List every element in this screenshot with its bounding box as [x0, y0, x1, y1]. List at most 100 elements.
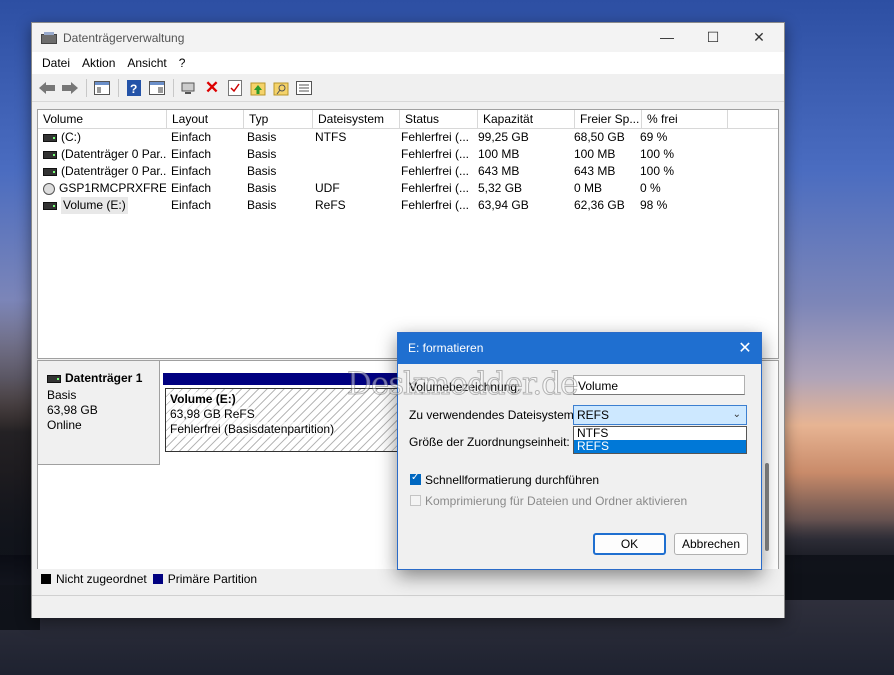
- checklist-icon[interactable]: [224, 77, 246, 99]
- compression-label[interactable]: Komprimierung für Dateien und Ordner akt…: [425, 494, 687, 508]
- ok-button[interactable]: OK: [593, 533, 666, 555]
- watermark: Deskmodder.de: [346, 366, 578, 403]
- dialog-close-button[interactable]: ✕: [729, 333, 761, 364]
- search-folder-icon[interactable]: [270, 77, 292, 99]
- help-icon[interactable]: ?: [123, 77, 145, 99]
- partition-status: Fehlerfrei (Basisdatenpartition): [170, 422, 335, 437]
- minimize-button[interactable]: —: [644, 23, 690, 52]
- disk-icon: [43, 133, 57, 142]
- partition-size: 63,98 GB ReFS: [170, 407, 255, 422]
- label-allocation-size: Größe der Zuordnungseinheit:: [409, 435, 570, 449]
- menu-ansicht[interactable]: Ansicht: [121, 56, 172, 70]
- legend: Nicht zugeordnet Primäre Partition: [37, 569, 781, 589]
- volume-name: (C:): [61, 130, 81, 144]
- cell-dateisystem: [310, 163, 396, 180]
- scrollbar[interactable]: [765, 463, 769, 551]
- cell-typ: Basis: [247, 164, 277, 178]
- status-bar: [32, 595, 784, 618]
- cell-typ: Basis: [247, 130, 277, 144]
- disk-management-icon: [41, 31, 57, 44]
- cell-status: Fehlerfrei (...: [401, 164, 470, 178]
- cell-dateisystem: UDF: [315, 181, 340, 195]
- disk-icon: [43, 167, 57, 176]
- cell-freier-speicher: 62,36 GB: [574, 198, 625, 212]
- compression-checkbox[interactable]: [410, 495, 421, 506]
- dialog-title-bar[interactable]: E: formatieren ✕: [398, 333, 761, 364]
- cell-layout: Einfach: [171, 181, 212, 195]
- cell-prozent-frei: 100 %: [640, 147, 675, 161]
- menu-help[interactable]: ?: [173, 56, 192, 70]
- partition-name: Volume (E:): [170, 392, 236, 407]
- quick-format-checkbox[interactable]: [410, 472, 421, 485]
- cell-typ: Basis: [247, 181, 277, 195]
- column-freier-speicher[interactable]: Freier Sp...: [575, 110, 642, 128]
- column-typ[interactable]: Typ: [244, 110, 313, 128]
- filesystem-selected: REFS: [577, 408, 610, 422]
- cell-freier-speicher: 68,50 GB: [574, 130, 625, 144]
- volume-list-header: Volume Layout Typ Dateisystem Status Kap…: [38, 110, 778, 129]
- delete-icon[interactable]: ✕: [201, 77, 223, 99]
- cell-freier-speicher: 100 MB: [574, 147, 616, 161]
- cell-freier-speicher: 0 MB: [574, 181, 603, 195]
- toolbar-separator: [118, 78, 119, 97]
- disk-label[interactable]: Datenträger 1 Basis 63,98 GB Online: [38, 361, 160, 465]
- forward-arrow-icon[interactable]: [59, 77, 81, 99]
- cancel-button[interactable]: Abbrechen: [674, 533, 748, 555]
- view-list-icon[interactable]: [293, 77, 315, 99]
- label-filesystem: Zu verwendendes Dateisystem:: [409, 408, 578, 422]
- table-row[interactable]: GSP1RMCPRXFRE... Einfach Basis UDF Fehlerfre…: [38, 180, 778, 197]
- maximize-button[interactable]: ☐: [690, 23, 736, 52]
- cell-freier-speicher: 643 MB: [574, 164, 616, 178]
- cell-dateisystem: ReFS: [315, 198, 346, 212]
- dialog-title: E: formatieren: [408, 341, 484, 355]
- table-row[interactable]: (Datenträger 0 Par... Einfach Basis Fehlerf…: [38, 163, 778, 180]
- cell-status: Fehlerfrei (...: [401, 147, 470, 161]
- cell-typ: Basis: [247, 147, 277, 161]
- volume-name: (Datenträger 0 Par...: [61, 147, 166, 161]
- properties-icon[interactable]: [146, 77, 168, 99]
- menu-datei[interactable]: Datei: [36, 56, 76, 70]
- cell-prozent-frei: 69 %: [640, 130, 668, 144]
- back-arrow-icon[interactable]: [36, 77, 58, 99]
- cell-prozent-frei: 98 %: [640, 198, 668, 212]
- volume-name: (Datenträger 0 Par...: [61, 164, 166, 178]
- console-tree-icon[interactable]: [91, 77, 113, 99]
- chevron-down-icon: ⌄: [732, 409, 741, 420]
- table-row[interactable]: (Datenträger 0 Par... Einfach Basis Fehlerf…: [38, 146, 778, 163]
- cell-layout: Einfach: [171, 130, 212, 144]
- cell-kapazitaet: 643 MB: [478, 164, 520, 178]
- volume-name: Volume (E:): [61, 197, 128, 214]
- column-layout[interactable]: Layout: [167, 110, 244, 128]
- legend-swatch-unallocated: [41, 574, 51, 584]
- cell-status: Fehlerfrei (...: [401, 198, 470, 212]
- background-trees-right: [783, 520, 894, 600]
- column-dateisystem[interactable]: Dateisystem: [313, 110, 400, 128]
- table-row[interactable]: (C:) Einfach Basis NTFS Fehlerfrei (... 99,25…: [38, 129, 778, 146]
- filesystem-select[interactable]: REFS ⌄: [573, 405, 747, 425]
- disk-name: Datenträger 1: [65, 371, 143, 385]
- column-kapazitaet[interactable]: Kapazität: [478, 110, 575, 128]
- title-bar[interactable]: Datenträgerverwaltung — ☐ ✕: [32, 23, 784, 52]
- cell-dateisystem: NTFS: [315, 130, 347, 144]
- toolbar-separator: [173, 78, 174, 97]
- filesystem-option-refs[interactable]: REFS: [574, 440, 746, 453]
- cell-kapazitaet: 5,32 GB: [478, 181, 523, 195]
- cell-status: Fehlerfrei (...: [401, 130, 470, 144]
- column-status[interactable]: Status: [400, 110, 478, 128]
- close-button[interactable]: ✕: [736, 23, 782, 52]
- folder-up-icon[interactable]: [247, 77, 269, 99]
- column-volume[interactable]: Volume: [38, 110, 167, 128]
- legend-unallocated: Nicht zugeordnet: [56, 572, 147, 586]
- quick-format-label[interactable]: Schnellformatierung durchführen: [425, 473, 599, 487]
- cell-layout: Einfach: [171, 147, 212, 161]
- volume-name-input[interactable]: Volume: [573, 375, 745, 395]
- cell-dateisystem: [310, 146, 396, 163]
- column-prozent-frei[interactable]: % frei: [642, 110, 728, 128]
- cell-layout: Einfach: [171, 198, 212, 212]
- cell-volume: (C:): [38, 129, 166, 146]
- legend-primary: Primäre Partition: [167, 572, 258, 586]
- table-row[interactable]: Volume (E:) Einfach Basis ReFS Fehlerfrei (.…: [38, 197, 778, 214]
- menu-aktion[interactable]: Aktion: [76, 56, 121, 70]
- filesystem-dropdown-list: NTFS REFS: [573, 426, 747, 454]
- connect-icon[interactable]: [178, 77, 200, 99]
